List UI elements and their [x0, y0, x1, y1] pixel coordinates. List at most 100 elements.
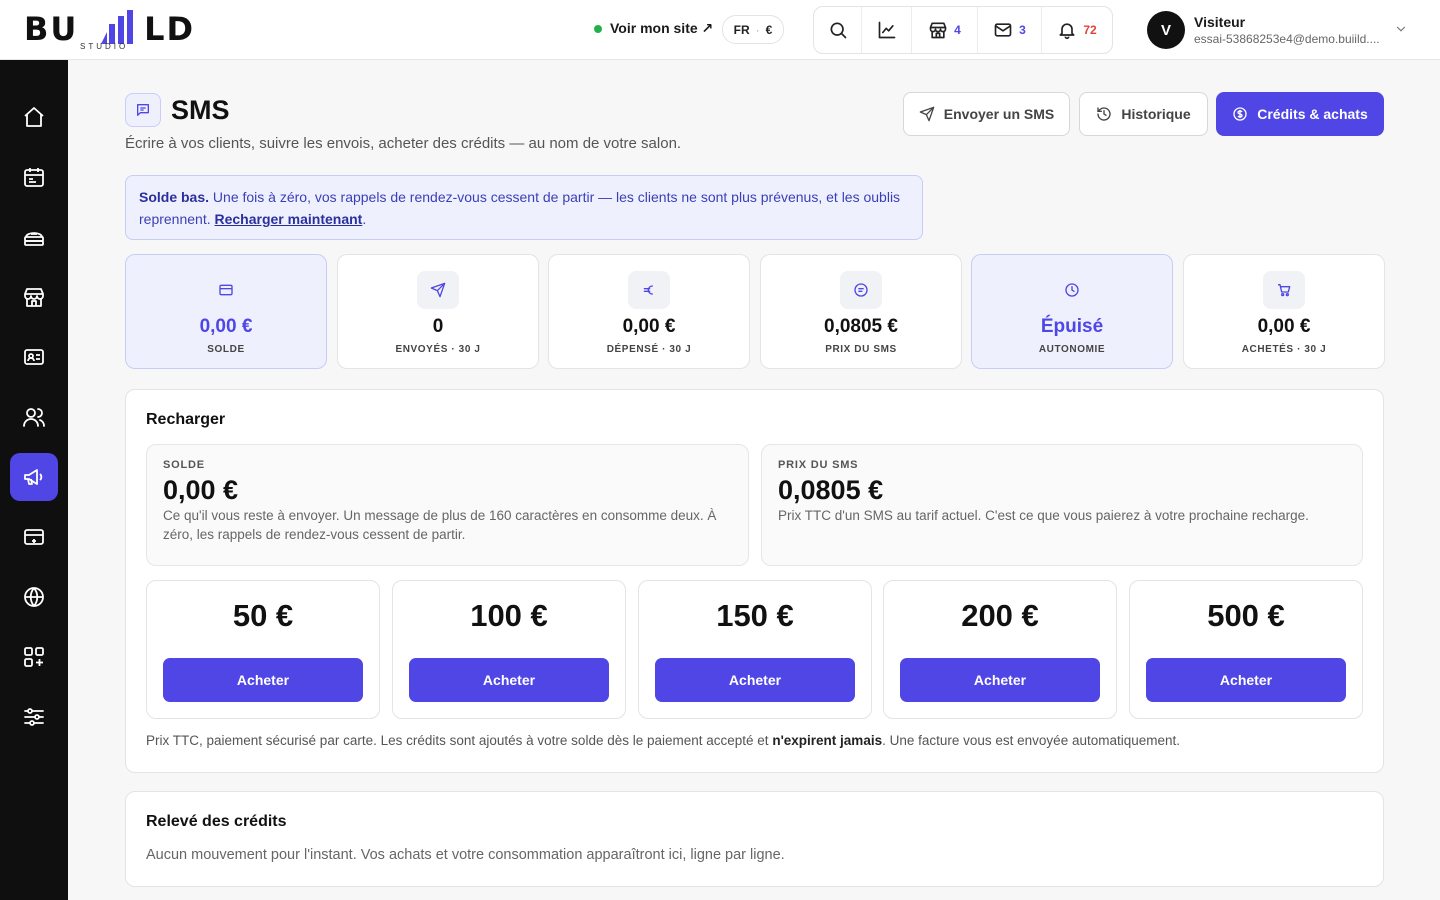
stat-label: SOLDE — [207, 344, 245, 355]
price-value: 0,0805 € — [778, 475, 884, 505]
history-icon — [1097, 107, 1112, 121]
brand-logo[interactable]: BU LD STUDIO — [24, 8, 193, 52]
sidebar-item-sms[interactable] — [10, 453, 58, 501]
stat-label: PRIX DU SMS — [825, 344, 897, 355]
mail-count: 3 — [1019, 23, 1026, 37]
price-info-box: PRIX DU SMS 0,0805 € Prix TTC d'un SMS a… — [761, 444, 1363, 566]
language-label: FR — [733, 22, 750, 37]
cash-register-icon — [24, 232, 44, 246]
user-menu[interactable]: V Visiteur essai-53868253e4@demo.buiild.… — [1147, 11, 1380, 49]
stat-label: AUTONOMIE — [1038, 344, 1106, 355]
footnote-end: . Une facture vous est envoyée automatiq… — [882, 733, 1181, 748]
analytics-button[interactable] — [862, 7, 912, 53]
statement-title: Relevé des crédits — [146, 813, 287, 830]
sidebar-item-contacts[interactable] — [10, 333, 58, 381]
footnote-bold: n'expirent jamais — [772, 733, 883, 748]
shop-button[interactable]: 4 — [912, 7, 978, 53]
stat-value: Épuisé — [1040, 316, 1104, 337]
online-status-dot — [594, 24, 602, 33]
balance-description: Ce qu'il vous reste à envoyer. Un messag… — [163, 508, 717, 542]
stat-label: ENVOYÉS · 30 J — [395, 344, 481, 355]
sidebar-item-calendar[interactable] — [10, 153, 58, 201]
store-icon — [24, 288, 44, 307]
users-icon — [23, 408, 45, 427]
stat-value: 0 — [432, 316, 444, 337]
stat-icon-box — [840, 271, 882, 309]
stat-label: ACHETÉS · 30 J — [1241, 344, 1327, 355]
clock-icon — [1065, 283, 1079, 297]
grid-plus-icon — [24, 647, 44, 667]
home-icon — [24, 107, 44, 127]
cart-icon — [1278, 284, 1291, 297]
euro-icon — [643, 285, 653, 295]
buy-150-button[interactable]: Acheter — [655, 658, 855, 702]
calendar-icon — [24, 168, 44, 187]
stat-value: 0,00 € — [1257, 316, 1311, 337]
recharge-now-link[interactable]: Recharger maintenant — [215, 211, 363, 227]
history-button[interactable]: Historique — [1079, 92, 1208, 136]
buy-50-button[interactable]: Acheter — [163, 658, 363, 702]
shop-count: 4 — [954, 23, 961, 37]
payment-footnote: Prix TTC, paiement sécurisé par carte. L… — [146, 733, 1180, 748]
page-title: SMS — [171, 95, 230, 125]
credits-purchases-button[interactable]: Crédits & achats — [1216, 92, 1384, 136]
sidebar-item-apps[interactable] — [10, 633, 58, 681]
stat-value: 0,00 € — [622, 316, 676, 337]
sliders-icon — [24, 708, 44, 726]
stat-icon-box — [1051, 271, 1093, 309]
stat-card-balance: 0,00 € SOLDE — [125, 254, 327, 369]
price-description: Prix TTC d'un SMS au tarif actuel. C'est… — [778, 508, 1309, 523]
stat-icon-box — [1263, 271, 1305, 309]
buy-200-button[interactable]: Acheter — [900, 658, 1100, 702]
bell-icon — [1059, 23, 1075, 40]
sidebar-item-settings[interactable] — [10, 693, 58, 741]
user-email: essai-53868253e4@demo.buiild.... — [1194, 32, 1380, 46]
send-sms-button[interactable]: Envoyer un SMS — [903, 92, 1070, 136]
coin-icon — [1233, 107, 1247, 121]
balance-label: SOLDE — [163, 459, 205, 471]
avatar: V — [1147, 11, 1185, 49]
messages-button[interactable]: 3 — [978, 7, 1042, 53]
user-info: Visiteur essai-53868253e4@demo.buiild...… — [1194, 14, 1380, 46]
credits-purchases-label: Crédits & achats — [1257, 106, 1368, 122]
language-currency-selector[interactable]: FR · € — [722, 15, 784, 44]
notifications-button[interactable]: 72 — [1042, 7, 1112, 53]
history-label: Historique — [1121, 106, 1191, 122]
stat-card-sent: 0 ENVOYÉS · 30 J — [337, 254, 539, 369]
logo-bars-icon — [101, 10, 133, 44]
search-icon — [830, 22, 846, 39]
logo-studio: STUDIO — [80, 42, 129, 51]
notification-count: 72 — [1083, 23, 1097, 37]
currency-label: € — [765, 22, 773, 37]
globe-icon — [24, 587, 44, 607]
sidebar-item-store[interactable] — [10, 273, 58, 321]
sidebar-item-clients[interactable] — [10, 393, 58, 441]
balance-info-box: SOLDE 0,00 € Ce qu'il vous reste à envoy… — [146, 444, 749, 566]
stat-card-sms-price: 0,0805 € PRIX DU SMS — [760, 254, 962, 369]
balance-value: 0,00 € — [163, 475, 239, 505]
credit-statement-card — [125, 791, 1384, 887]
recharge-title: Recharger — [146, 411, 226, 428]
search-button[interactable] — [814, 7, 862, 53]
stat-icon-box — [417, 271, 459, 309]
pack-amount: 150 € — [716, 598, 794, 633]
message-square-icon — [137, 104, 149, 116]
sidebar-item-payments[interactable] — [10, 513, 58, 561]
user-name: Visiteur — [1194, 14, 1246, 30]
view-site-link[interactable]: Voir mon site ↗ — [594, 20, 713, 37]
sidebar-item-services[interactable] — [10, 213, 58, 261]
stat-icon-box — [205, 271, 247, 309]
sidebar-item-home[interactable] — [10, 93, 58, 141]
statement-empty-text: Aucun mouvement pour l'instant. Vos acha… — [146, 847, 785, 863]
buy-500-button[interactable]: Acheter — [1146, 658, 1346, 702]
id-card-icon — [24, 349, 44, 365]
pack-amount: 200 € — [961, 598, 1039, 633]
buy-100-button[interactable]: Acheter — [409, 658, 609, 702]
sms-title-icon-box — [125, 93, 161, 127]
stat-card-autonomy: Épuisé AUTONOMIE — [971, 254, 1173, 369]
chevron-down-icon[interactable] — [1394, 22, 1408, 36]
price-label: PRIX DU SMS — [778, 459, 859, 471]
view-site-label: Voir mon site ↗ — [610, 20, 714, 36]
alert-end: . — [362, 211, 367, 227]
sidebar-item-website[interactable] — [10, 573, 58, 621]
